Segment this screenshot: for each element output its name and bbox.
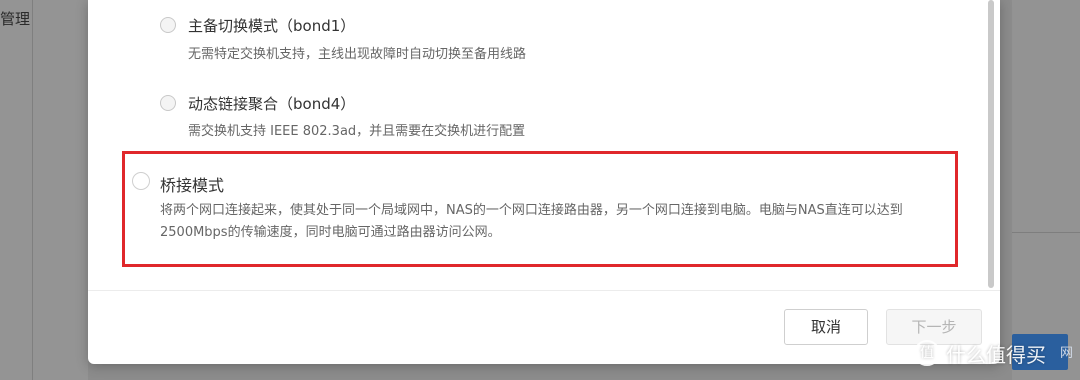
radio-bridge[interactable] (132, 172, 150, 190)
cancel-button[interactable]: 取消 (784, 309, 868, 345)
background-right-panel (1012, 0, 1080, 380)
option-bridge-description: 将两个网口连接起来，使其处于同一个局域网中，NAS的一个网口连接路由器，另一个网… (160, 203, 903, 240)
background-divider-right (1012, 232, 1080, 233)
radio-bond1[interactable] (160, 17, 176, 33)
option-bond4-title: 动态链接聚合（bond4） (188, 95, 356, 113)
option-bond1-title: 主备切换模式（bond1） (188, 17, 356, 35)
dialog-scrollbar[interactable] (988, 0, 994, 288)
dialog-footer-divider (88, 290, 1000, 291)
watermark: 值 什么值得买 (914, 336, 1046, 370)
background-button-text: 网 (1060, 346, 1074, 361)
radio-bond4[interactable] (160, 95, 176, 111)
option-bond4-description: 需交换机支持 IEEE 802.3ad，并且需要在交换机进行配置 (188, 124, 526, 139)
background-left-panel (0, 0, 88, 380)
network-mode-dialog: 主备切换模式（bond1） 无需特定交换机支持，主线出现故障时自动切换至备用线路… (88, 0, 1000, 364)
watermark-text: 什么值得买 (946, 342, 1046, 367)
option-bond1-description: 无需特定交换机支持，主线出现故障时自动切换至备用线路 (188, 47, 527, 62)
background-divider (32, 0, 33, 380)
background-nav-label: 管理 (0, 10, 31, 28)
watermark-logo-icon: 值 (914, 340, 940, 366)
option-bridge-title: 桥接模式 (160, 176, 225, 195)
